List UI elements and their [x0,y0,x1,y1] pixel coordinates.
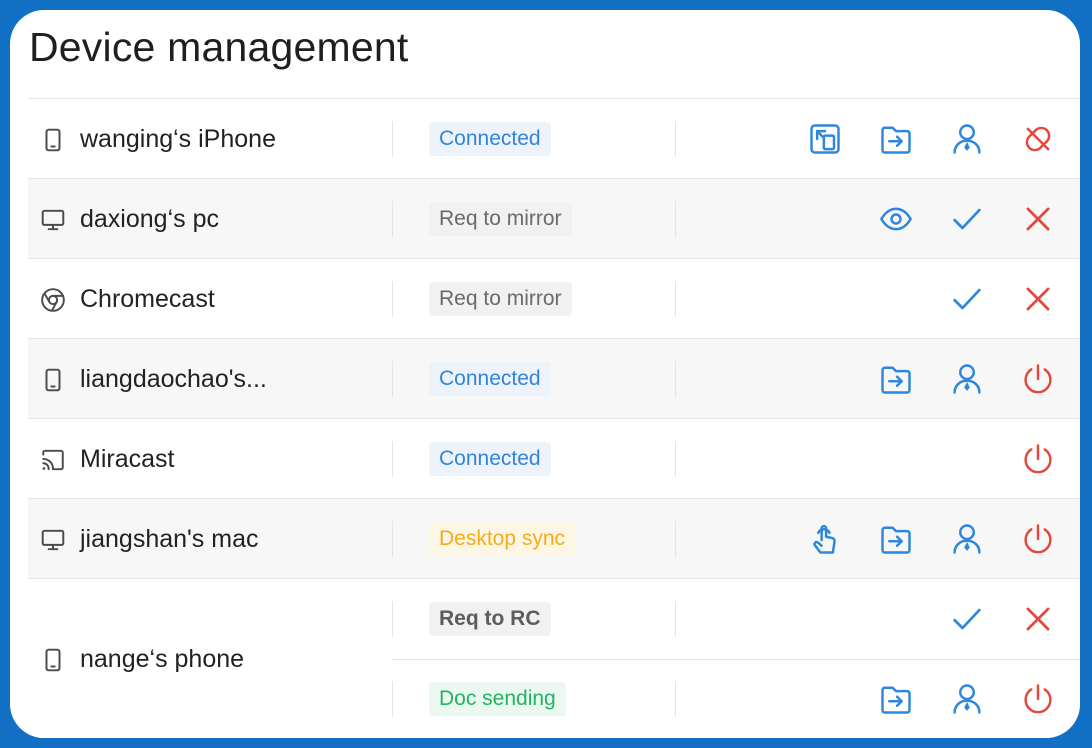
send-file-icon[interactable] [877,360,915,398]
device-list: wanging‘s iPhone Connected daxiong‘s pc … [28,98,1080,738]
session-row: Doc sending [28,659,1080,738]
divider [392,281,393,317]
power-icon[interactable] [1019,680,1057,718]
device-name: daxiong‘s pc [80,205,219,233]
cast-icon [40,447,66,473]
eye-icon[interactable] [877,200,915,238]
status-badge: Connected [429,122,551,156]
monitor-icon [40,207,66,233]
phone-icon [40,367,66,393]
divider [392,521,393,557]
device-name: wanging‘s iPhone [80,125,276,153]
close-icon[interactable] [1019,600,1057,638]
device-row: jiangshan's mac Desktop sync [28,498,1080,578]
divider [392,601,393,637]
status-badge: Req to RC [429,602,551,636]
status-badge: Req to mirror [429,282,572,316]
device-row: Chromecast Req to mirror [28,258,1080,338]
divider [675,201,676,237]
divider [392,121,393,157]
status-badge: Connected [429,442,551,476]
check-icon[interactable] [948,280,986,318]
power-icon[interactable] [1019,520,1057,558]
monitor-icon [40,527,66,553]
status-badge: Req to mirror [429,202,572,236]
divider [392,201,393,237]
user-icon[interactable] [948,680,986,718]
divider [675,601,676,637]
touch-icon[interactable] [806,520,844,558]
divider [392,681,393,717]
user-icon[interactable] [948,360,986,398]
power-icon[interactable] [1019,440,1057,478]
status-badge: Doc sending [429,682,566,716]
divider [675,281,676,317]
device-management-panel: Device management wanging‘s iPhone Conne… [10,10,1080,738]
send-file-icon[interactable] [877,520,915,558]
phone-icon [40,127,66,153]
device-name: Chromecast [80,285,215,313]
power-icon[interactable] [1019,360,1057,398]
check-icon[interactable] [948,200,986,238]
screen-mirror-icon[interactable] [806,120,844,158]
send-file-icon[interactable] [877,680,915,718]
device-row: liangdaochao's... Connected [28,338,1080,418]
device-row: wanging‘s iPhone Connected [28,98,1080,178]
divider [675,441,676,477]
status-badge: Desktop sync [429,522,576,556]
close-icon[interactable] [1019,200,1057,238]
device-name: Miracast [80,445,175,473]
divider [392,361,393,397]
status-badge: Connected [429,362,551,396]
divider [675,361,676,397]
device-row: nange‘s phone Req to RC Doc sending [28,578,1080,738]
user-icon[interactable] [948,120,986,158]
divider [675,681,676,717]
close-icon[interactable] [1019,280,1057,318]
device-row: Miracast Connected [28,418,1080,498]
device-name: liangdaochao's... [80,365,267,393]
divider [392,441,393,477]
page-title: Device management [29,24,409,70]
disconnect-icon[interactable] [1019,120,1057,158]
check-icon[interactable] [948,600,986,638]
device-row: daxiong‘s pc Req to mirror [28,178,1080,258]
divider [675,521,676,557]
divider [675,121,676,157]
chrome-icon [40,287,66,313]
device-name: jiangshan's mac [80,525,259,553]
session-row: Req to RC [28,579,1080,659]
send-file-icon[interactable] [877,120,915,158]
user-icon[interactable] [948,520,986,558]
